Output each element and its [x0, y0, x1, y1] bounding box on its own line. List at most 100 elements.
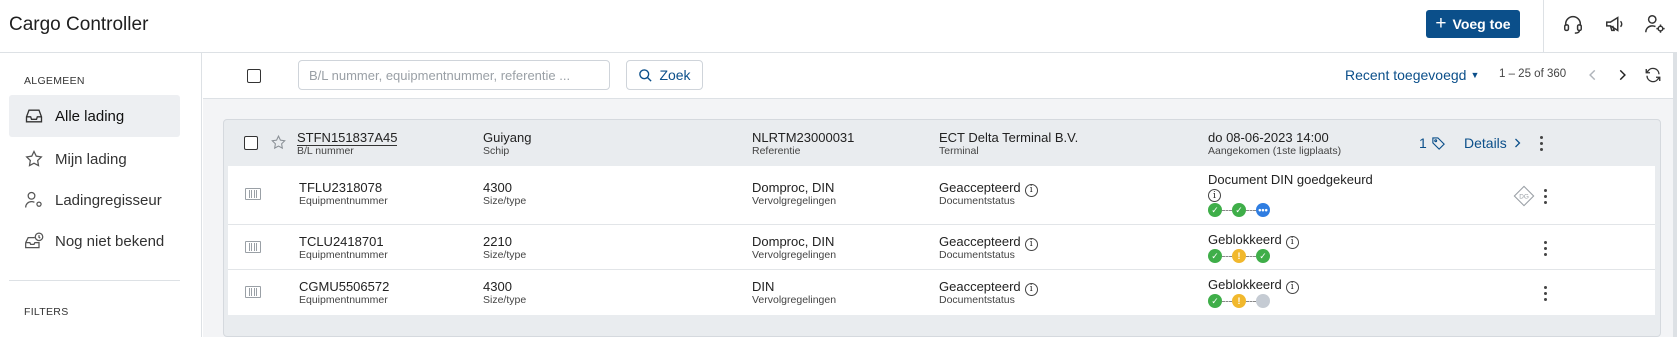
ship-label: Schip — [483, 145, 510, 157]
inbox-clock-icon — [23, 230, 45, 252]
info-icon[interactable]: i — [1208, 189, 1221, 202]
container-row[interactable]: TFLU2318078 Equipmentnummer 4300 Size/ty… — [228, 166, 1655, 225]
size-type-label: Size/type — [483, 294, 527, 306]
status-block: Geblokkeerd i — [1208, 277, 1299, 294]
reference-value: NLRTM23000031 — [752, 130, 855, 145]
details-link[interactable]: Details — [1464, 135, 1523, 151]
equipment-number-label: Equipmentnummer — [299, 195, 388, 207]
follow-up-value: Domproc, DIN — [752, 234, 835, 249]
document-status-value: Geaccepteerd — [939, 234, 1021, 249]
sidebar-item-mijn-lading[interactable]: Mijn lading — [9, 138, 180, 180]
reference-label: Referentie — [752, 145, 801, 157]
refresh-icon — [1645, 67, 1661, 83]
equipment-number: TFLU2318078 — [299, 180, 383, 195]
star-icon — [23, 148, 45, 170]
container-more-menu[interactable] — [1538, 238, 1552, 258]
equipment-number-label: Equipmentnummer — [299, 249, 388, 261]
megaphone-icon[interactable] — [1603, 12, 1627, 36]
container-row[interactable]: CGMU5506572 Equipmentnummer 4300 Size/ty… — [228, 270, 1655, 315]
sort-dropdown[interactable]: Recent toegevoegd ▼ — [1345, 67, 1479, 83]
sidebar-item-label: Mijn lading — [55, 150, 127, 168]
status-title: Geblokkeerd — [1208, 277, 1282, 292]
caret-down-icon: ▼ — [1470, 70, 1480, 80]
header-divider — [1543, 0, 1544, 53]
document-status-label: Documentstatus — [939, 294, 1015, 306]
info-icon[interactable]: i — [1024, 237, 1038, 251]
follow-up-label: Vervolgregelingen — [752, 294, 837, 306]
info-icon[interactable]: i — [1024, 282, 1038, 296]
sidebar-item-label: Ladingregisseur — [55, 191, 162, 209]
document-status-value: Geaccepteerd — [939, 180, 1021, 195]
inbox-icon — [23, 105, 45, 127]
step-inactive-icon — [1256, 294, 1270, 308]
shipment-card: STFN151837A45 B/L nummer Guiyang Schip N… — [223, 119, 1661, 337]
step-check-icon: ✓ — [1232, 203, 1246, 217]
scrollbar[interactable] — [1673, 53, 1677, 337]
follow-up-label: Vervolgregelingen — [752, 249, 837, 261]
chevron-right-icon — [1514, 138, 1521, 148]
info-icon[interactable]: i — [1285, 235, 1299, 249]
previous-page-button[interactable] — [1582, 64, 1604, 86]
info-icon[interactable]: i — [1285, 280, 1299, 294]
sidebar-item-label: Alle lading — [55, 107, 125, 125]
sidebar-item-label: Nog niet bekend — [55, 232, 165, 250]
plus-icon: + — [1435, 12, 1447, 34]
refresh-button[interactable] — [1642, 64, 1664, 86]
star-icon[interactable] — [270, 134, 287, 151]
search-button[interactable]: Zoek — [626, 60, 703, 90]
step-check-icon: ✓ — [1208, 294, 1222, 308]
container-icon — [245, 188, 261, 200]
app-header: Cargo Controller + Voeg toe — [0, 0, 1677, 53]
status-title: Document DIN goedgekeurd — [1208, 172, 1373, 187]
search-button-label: Zoek — [659, 67, 691, 83]
user-settings-icon[interactable] — [1643, 12, 1667, 36]
terminal-value: ECT Delta Terminal B.V. — [939, 130, 1079, 145]
add-button[interactable]: + Voeg toe — [1426, 10, 1520, 38]
sort-label: Recent toegevoegd — [1345, 67, 1467, 83]
select-all-checkbox[interactable] — [247, 69, 261, 83]
bl-number[interactable]: STFN151837A45 — [297, 130, 398, 146]
size-type-value: 4300 — [483, 180, 512, 195]
sidebar-item-ladingregisseur[interactable]: Ladingregisseur — [9, 179, 180, 221]
sidebar-item-nog-niet-bekend[interactable]: Nog niet bekend — [9, 220, 180, 262]
search-input[interactable] — [298, 60, 610, 90]
shipment-checkbox[interactable] — [244, 136, 258, 150]
tag-icon — [1432, 136, 1445, 150]
status-title: Geblokkeerd — [1208, 232, 1282, 247]
tag-count: 1 — [1419, 135, 1427, 151]
sidebar-divider — [9, 280, 180, 281]
status-steps: ✓ ! ✓ — [1208, 249, 1270, 263]
dangerous-goods-icon: DG — [1513, 185, 1535, 207]
follow-up-value: DIN — [752, 279, 775, 294]
container-more-menu[interactable] — [1538, 283, 1552, 303]
next-page-button[interactable] — [1611, 64, 1633, 86]
step-warning-icon: ! — [1232, 294, 1246, 308]
container-more-menu[interactable] — [1538, 186, 1552, 206]
sidebar-section-filters: FILTERS — [24, 306, 69, 318]
chevron-right-icon — [1619, 69, 1626, 81]
tags-button[interactable]: 1 — [1419, 135, 1446, 151]
status-steps: ✓ ✓ ••• — [1208, 203, 1270, 217]
shipment-more-menu[interactable] — [1534, 133, 1548, 153]
equipment-number-label: Equipmentnummer — [299, 294, 388, 306]
info-icon[interactable]: i — [1024, 183, 1038, 197]
app-title: Cargo Controller — [9, 14, 149, 35]
document-status-label: Documentstatus — [939, 195, 1015, 207]
container-icon — [245, 241, 261, 253]
size-type-value: 2210 — [483, 234, 512, 249]
step-pending-icon: ••• — [1256, 203, 1270, 217]
dg-badge-text: DG — [1519, 193, 1529, 200]
details-label: Details — [1464, 135, 1507, 151]
main-content: Zoek Recent toegevoegd ▼ 1 – 25 of 360 — [203, 53, 1677, 337]
shipment-header[interactable]: STFN151837A45 B/L nummer Guiyang Schip N… — [224, 120, 1660, 166]
size-type-label: Size/type — [483, 195, 527, 207]
toolbar: Zoek Recent toegevoegd ▼ 1 – 25 of 360 — [203, 53, 1677, 99]
status-block: Geblokkeerd i — [1208, 232, 1299, 249]
container-row[interactable]: TCLU2418701 Equipmentnummer 2210 Size/ty… — [228, 225, 1655, 270]
add-button-label: Voeg toe — [1452, 16, 1511, 32]
size-type-value: 4300 — [483, 279, 512, 294]
equipment-number: TCLU2418701 — [299, 234, 384, 249]
step-warning-icon: ! — [1232, 249, 1246, 263]
sidebar-item-alle-lading[interactable]: Alle lading — [9, 95, 180, 137]
headset-icon[interactable] — [1561, 12, 1585, 36]
